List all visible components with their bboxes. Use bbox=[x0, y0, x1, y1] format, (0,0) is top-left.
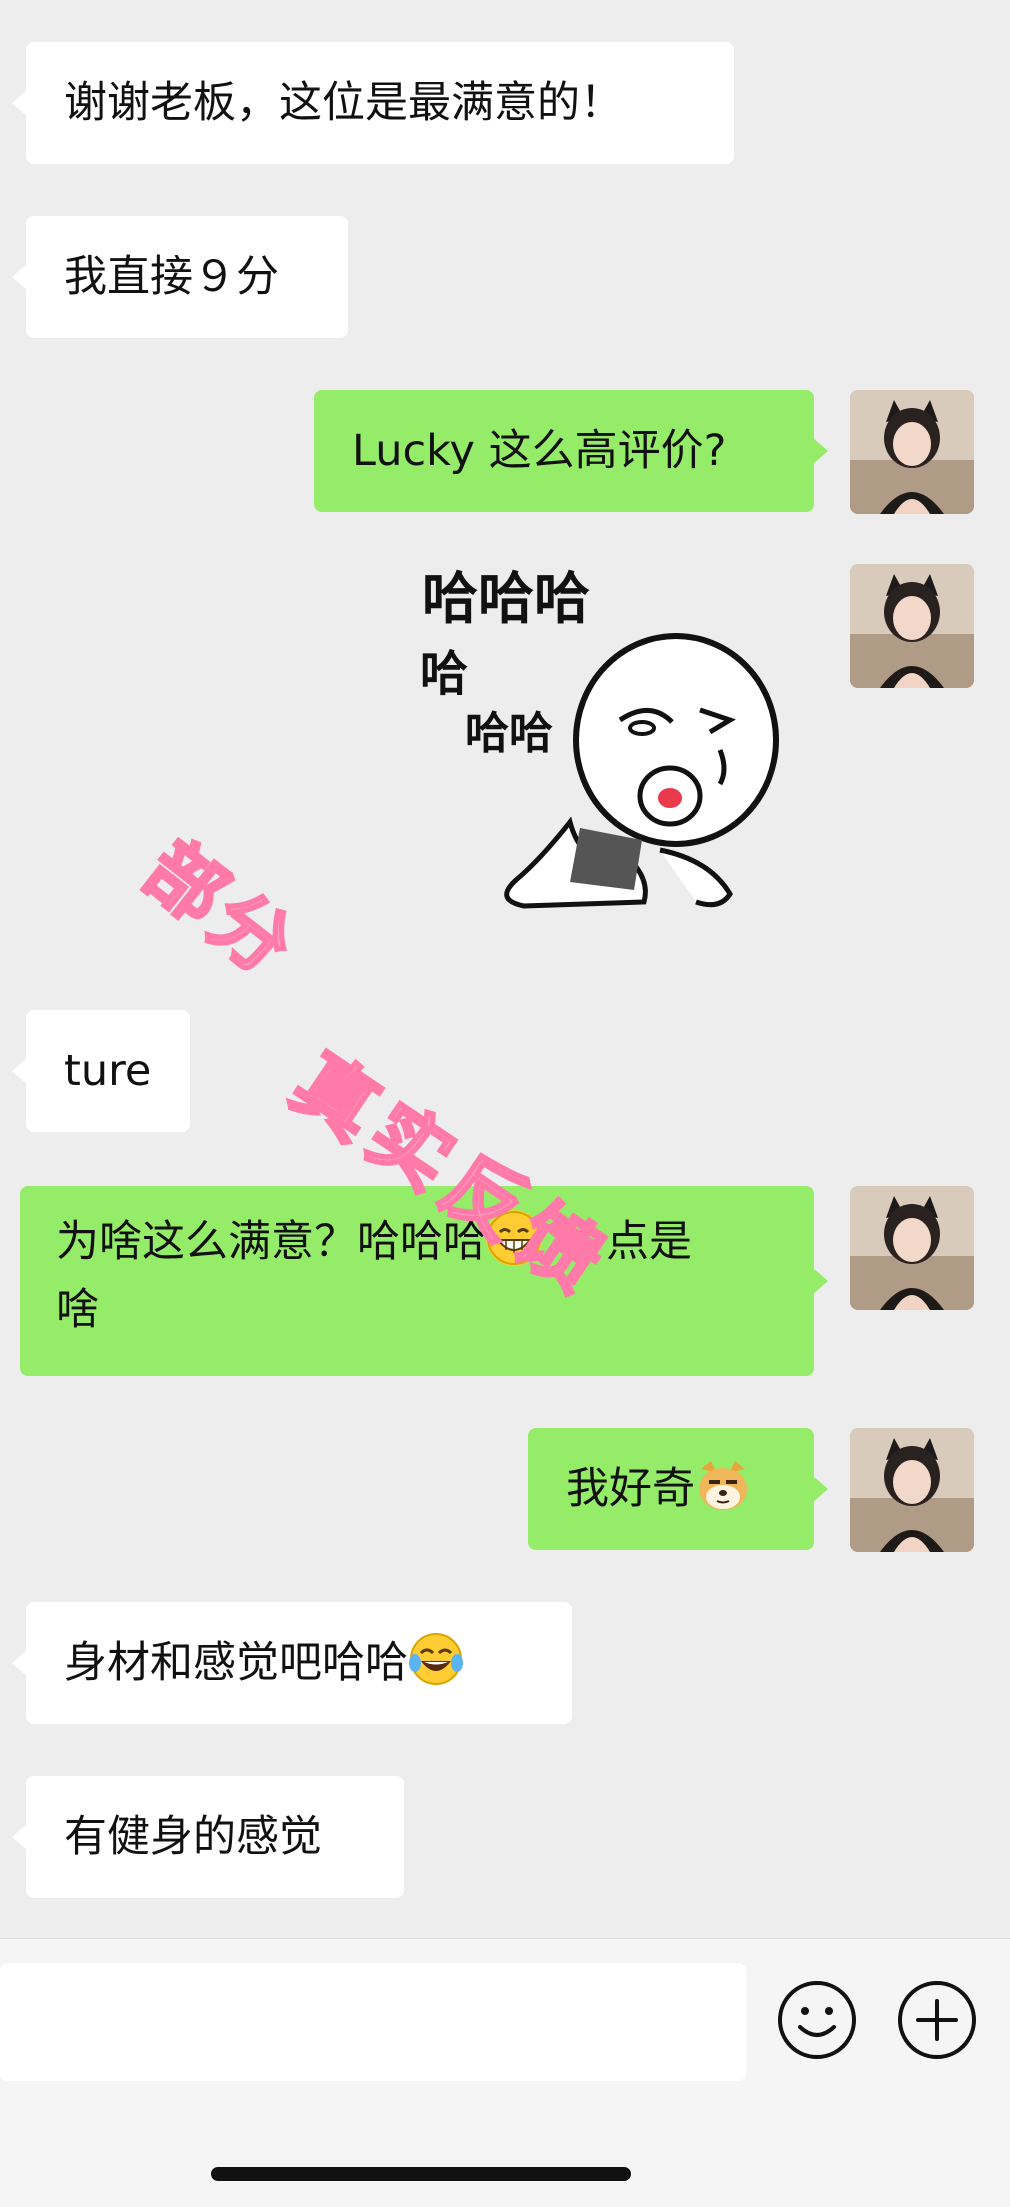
message-bubble[interactable]: ture bbox=[26, 1010, 190, 1132]
sticker-text-3: 哈哈 bbox=[465, 708, 553, 759]
avatar-image-icon bbox=[850, 390, 974, 514]
message-text: 为啥这么满意？哈哈哈 bbox=[56, 1217, 486, 1267]
avatar-image-icon bbox=[850, 1428, 974, 1552]
plus-button[interactable] bbox=[896, 1979, 978, 2061]
message-bubble[interactable]: 为啥这么满意？哈哈哈 点是 啥 bbox=[20, 1186, 814, 1376]
message-text: 我好奇 bbox=[566, 1464, 695, 1514]
grin-emoji-icon bbox=[486, 1210, 542, 1266]
avatar[interactable] bbox=[850, 1428, 974, 1552]
home-indicator[interactable] bbox=[211, 2167, 631, 2181]
message-bubble[interactable]: Lucky 这么高评价? bbox=[314, 390, 814, 512]
doge-emoji-icon bbox=[695, 1457, 751, 1513]
message-text-line-2: 啥 bbox=[56, 1285, 99, 1335]
message-text: 有健身的感觉 bbox=[64, 1812, 322, 1862]
sticker-text-1: 哈哈哈 bbox=[422, 567, 590, 632]
message-bubble[interactable]: 有健身的感觉 bbox=[26, 1776, 404, 1898]
avatar[interactable] bbox=[850, 1186, 974, 1310]
sticker[interactable]: 哈哈哈 哈 哈哈 bbox=[420, 560, 800, 940]
message-bubble[interactable]: 谢谢老板，这位是最满意的！ bbox=[26, 42, 734, 164]
message-text: 点是 bbox=[606, 1217, 692, 1267]
laughing-sticker-icon: 哈哈哈 哈 哈哈 bbox=[420, 567, 779, 909]
message-text: 身材和感觉吧哈哈 bbox=[64, 1638, 408, 1688]
watermark-text-1: 部分 bbox=[129, 824, 313, 995]
message-text: ture bbox=[64, 1046, 152, 1096]
message-text-line-1: 为啥这么满意？哈哈哈 点是 bbox=[56, 1208, 778, 1276]
message-input[interactable] bbox=[0, 1963, 746, 2081]
message-bubble[interactable]: 我直接９分 bbox=[26, 216, 348, 338]
avatar[interactable] bbox=[850, 564, 974, 688]
tears-of-joy-emoji-icon bbox=[408, 1631, 464, 1687]
emoji-button[interactable] bbox=[776, 1979, 858, 2061]
message-text: Lucky 这么高评价? bbox=[352, 426, 727, 476]
sticker-text-2: 哈 bbox=[420, 646, 468, 702]
message-text: 我直接９分 bbox=[64, 252, 279, 302]
message-bubble[interactable]: 我好奇 bbox=[528, 1428, 814, 1550]
avatar-image-icon bbox=[850, 564, 974, 688]
avatar[interactable] bbox=[850, 390, 974, 514]
input-bar bbox=[0, 1938, 1010, 2207]
plus-circle-icon bbox=[898, 1981, 976, 2059]
message-text: 谢谢老板，这位是最满意的！ bbox=[64, 78, 623, 128]
avatar-image-icon bbox=[850, 1186, 974, 1310]
smiley-icon bbox=[778, 1981, 856, 2059]
message-bubble[interactable]: 身材和感觉吧哈哈 bbox=[26, 1602, 572, 1724]
